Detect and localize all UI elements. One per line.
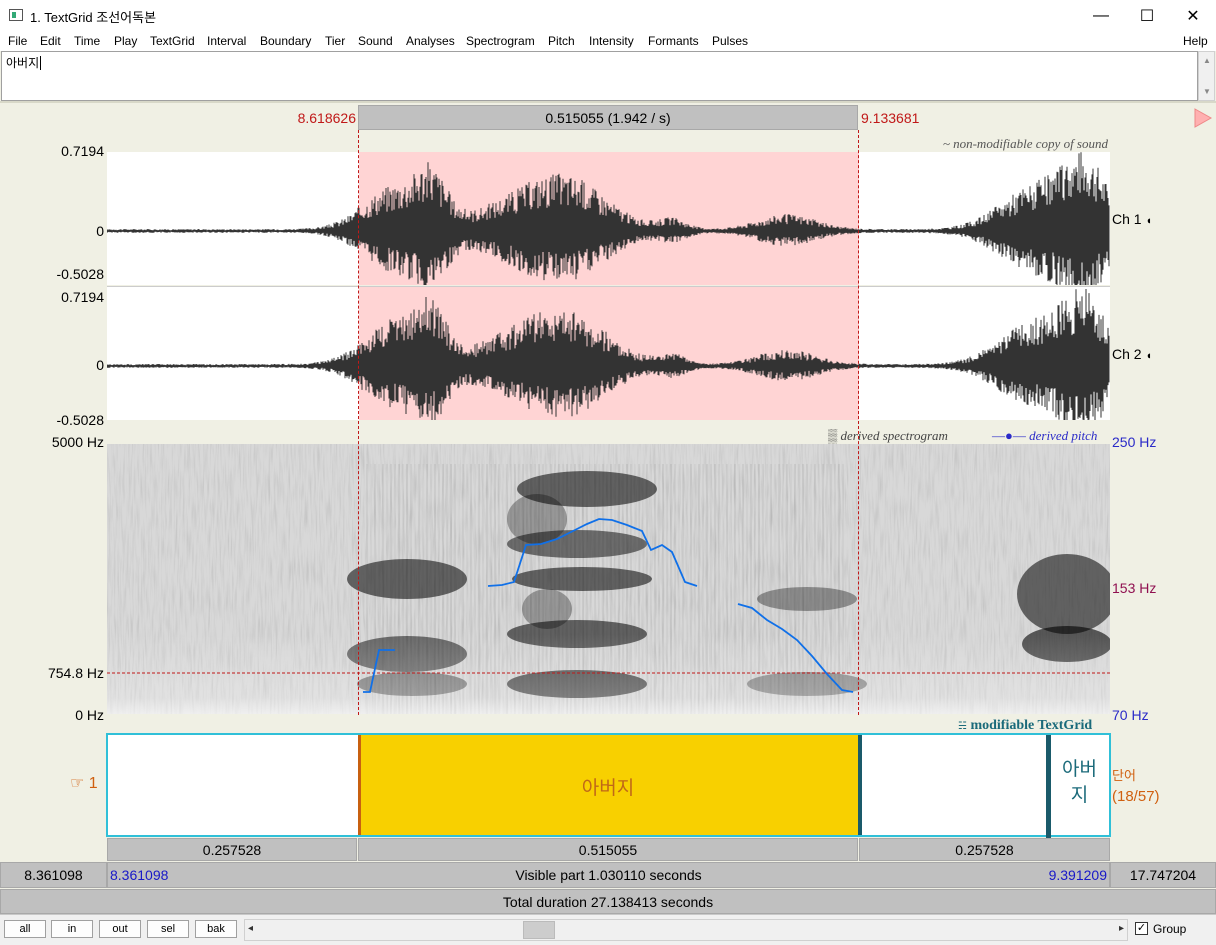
pitch-legend-icon: —●— <box>992 428 1026 443</box>
menu-pulses[interactable]: Pulses <box>712 34 748 48</box>
menu-formants[interactable]: Formants <box>648 34 699 48</box>
ch1-zero-label: 0 <box>96 223 104 239</box>
scroll-right-icon[interactable]: ▸ <box>1119 923 1124 934</box>
speaker-icon[interactable]: ◖ <box>1145 215 1152 227</box>
interval-text: 아버지 <box>581 778 635 799</box>
maximize-button[interactable]: ☐ <box>1124 0 1170 31</box>
channel-2-waveform[interactable] <box>107 287 1110 420</box>
duration-left[interactable]: 0.257528 <box>107 838 357 861</box>
ch1-min-label: -0.5028 <box>56 266 104 282</box>
group-checkbox[interactable]: ✓ <box>1135 922 1148 935</box>
divider <box>0 101 1216 103</box>
speaker-icon[interactable]: ◖ <box>1145 350 1152 362</box>
spectrogram-legend-icon: ▒ <box>828 428 838 443</box>
waveform-trace <box>107 289 1110 420</box>
textgrid-note-icon: ☵ <box>958 721 967 732</box>
ch2-max-label: 0.7194 <box>61 289 104 305</box>
waveform-note: ~ non-modifiable copy of sound <box>942 136 1108 151</box>
spectrogram-legend: ▒ derived spectrogram <box>828 428 948 443</box>
textgrid-tier[interactable]: 아버지 아버 지 <box>106 733 1111 839</box>
menu-time[interactable]: Time <box>74 34 100 48</box>
ch1-max-label: 0.7194 <box>61 143 104 159</box>
menu-intensity[interactable]: Intensity <box>589 34 634 48</box>
total-duration-bar[interactable]: Total duration 27.138413 seconds <box>0 889 1216 914</box>
pointing-hand-icon: ☞ <box>70 775 85 792</box>
zoom-out-button[interactable]: out <box>99 920 141 938</box>
waveform-ch1-trace <box>107 152 1110 285</box>
visible-right-outer[interactable]: 17.747204 <box>1110 862 1216 888</box>
zoom-all-button[interactable]: all <box>4 920 46 938</box>
ch2-zero-label: 0 <box>96 357 104 373</box>
pitch-legend: —●— derived pitch <box>992 428 1098 443</box>
ch2-label[interactable]: Ch 2 ◖ <box>1112 346 1152 362</box>
duration-selection[interactable]: 0.515055 <box>358 838 858 861</box>
window-title: 1. TextGrid 조선어독본 <box>30 10 157 25</box>
spectrogram-band <box>507 494 567 544</box>
menu-analyses[interactable]: Analyses <box>406 34 455 48</box>
menu-textgrid[interactable]: TextGrid <box>150 34 195 48</box>
menu-spectrogram[interactable]: Spectrogram <box>466 34 535 48</box>
selection-duration-bar[interactable]: 0.515055 (1.942 / s) <box>358 105 858 130</box>
boundary[interactable] <box>1046 735 1051 839</box>
text-field-scrollbar[interactable]: ▲ ▼ <box>1198 51 1215 101</box>
interval-text-value: 아버지 <box>6 56 40 70</box>
horizontal-scrollbar[interactable]: ◂ ▸ <box>244 919 1128 941</box>
pitch-top-label: 250 Hz <box>1112 434 1157 450</box>
spectrogram[interactable] <box>107 444 1110 714</box>
interval-selected[interactable]: 아버지 <box>358 735 858 835</box>
interval-text-field[interactable]: 아버지 <box>1 51 1198 101</box>
scroll-up-icon[interactable]: ▲ <box>1203 56 1211 65</box>
menu-edit[interactable]: Edit <box>40 34 61 48</box>
pitch-bottom-label: 70 Hz <box>1112 707 1149 723</box>
group-label: Group <box>1153 922 1187 936</box>
ch2-min-label: -0.5028 <box>56 412 104 428</box>
duration-right[interactable]: 0.257528 <box>859 838 1110 861</box>
play-triangle-icon[interactable] <box>1193 108 1213 128</box>
boundary-selected[interactable] <box>358 735 361 835</box>
close-button[interactable]: ✕ <box>1170 0 1216 31</box>
interval-text: 아버 지 <box>1062 759 1097 806</box>
waveform-trace <box>107 152 1110 285</box>
tier-pointer[interactable]: ☞ 1 <box>70 773 98 793</box>
menu-pitch[interactable]: Pitch <box>548 34 575 48</box>
zoom-selection-button[interactable]: sel <box>147 920 189 938</box>
spectrogram-cursor-label: 754.8 Hz <box>47 665 104 681</box>
visible-left-outer[interactable]: 8.361098 <box>0 862 107 888</box>
scrollbar-thumb[interactable] <box>523 921 555 939</box>
menu-help[interactable]: Help <box>1183 34 1208 48</box>
tier-count: (18/57) <box>1112 788 1160 805</box>
selection-start-line <box>358 130 359 715</box>
menu-play[interactable]: Play <box>114 34 137 48</box>
spectrogram-top-label: 5000 Hz <box>51 434 104 450</box>
tier-name: 단어 <box>1112 768 1136 783</box>
zoom-in-button[interactable]: in <box>51 920 93 938</box>
menu-interval[interactable]: Interval <box>207 34 246 48</box>
visible-part-bar[interactable]: 8.361098 Visible part 1.030110 seconds 9… <box>107 862 1110 888</box>
waveform-ch2-trace <box>107 289 1110 420</box>
menu-file[interactable]: File <box>8 34 27 48</box>
spectrogram-lowband <box>107 634 1110 714</box>
boundary[interactable] <box>858 735 862 835</box>
zoom-back-button[interactable]: bak <box>195 920 237 938</box>
selection-end-line <box>858 130 859 715</box>
selection-end-time: 9.133681 <box>861 110 920 126</box>
menu-bar: File Edit Time Play TextGrid Interval Bo… <box>0 31 1216 51</box>
selection-start-time: 8.618626 <box>297 110 356 126</box>
scroll-down-icon[interactable]: ▼ <box>1203 87 1211 96</box>
menu-boundary[interactable]: Boundary <box>260 34 311 48</box>
scroll-left-icon[interactable]: ◂ <box>248 923 253 934</box>
visible-part-label: Visible part 1.030110 seconds <box>515 867 702 883</box>
praat-app-icon <box>9 9 23 21</box>
channel-1-waveform[interactable] <box>107 152 1110 285</box>
textgrid-note: ☵ modifiable TextGrid <box>958 718 1093 733</box>
pitch-mid-label: 153 Hz <box>1112 580 1157 596</box>
title-bar: 1. TextGrid 조선어독본 — ☐ ✕ <box>0 0 1216 31</box>
minimize-button[interactable]: — <box>1078 0 1124 31</box>
ch1-label[interactable]: Ch 1 ◖ <box>1112 211 1152 227</box>
menu-tier[interactable]: Tier <box>325 34 345 48</box>
menu-sound[interactable]: Sound <box>358 34 393 48</box>
visible-start-time: 8.361098 <box>110 867 169 883</box>
visible-end-time: 9.391209 <box>1048 867 1107 883</box>
spectrogram-bottom-label: 0 Hz <box>75 707 104 723</box>
